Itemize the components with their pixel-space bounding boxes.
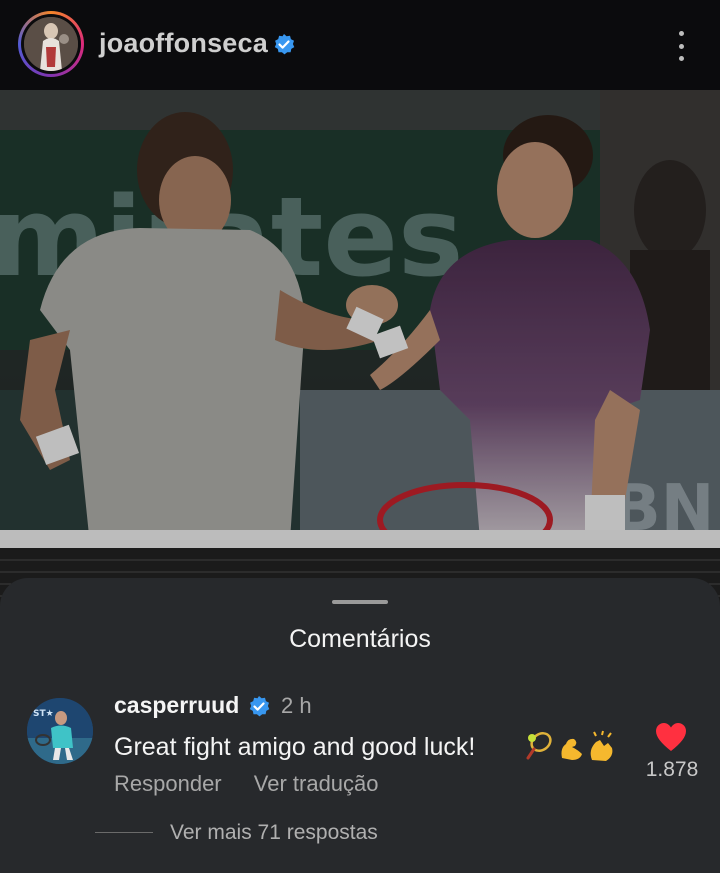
author-avatar-image	[24, 17, 78, 71]
comment-like-count: 1.878	[645, 758, 699, 781]
post-header: joaoffonseca	[0, 0, 720, 90]
comment-timestamp: 2 h	[281, 693, 312, 718]
comment-text: Great fight amigo and good luck!	[114, 733, 476, 761]
comments-title: Comentários	[289, 625, 431, 653]
post-photo[interactable]: mirates BN	[0, 90, 720, 610]
reply-button[interactable]: Responder	[114, 771, 222, 796]
view-more-replies-button[interactable]: Ver mais 71 respostas	[170, 821, 378, 845]
replies-divider	[95, 832, 153, 833]
tennis-racket-emoji	[526, 732, 552, 760]
author-avatar[interactable]	[18, 11, 84, 77]
comment-actions: Responder Ver tradução	[114, 771, 405, 797]
author-username[interactable]: joaoffonseca	[99, 28, 268, 59]
verified-badge-icon	[274, 34, 295, 55]
translate-button[interactable]: Ver tradução	[254, 771, 379, 796]
commenter-avatar[interactable]: ST★	[27, 698, 93, 764]
comment-emojis	[526, 730, 613, 761]
comments-sheet: Comentários ST★ casperruud 2 h Great fig…	[0, 578, 720, 873]
instagram-post-screen: joaoffonseca BN Comentários ST★ casperru…	[0, 0, 720, 873]
clapping-hands-emoji	[590, 730, 613, 761]
heart-icon[interactable]	[655, 722, 687, 752]
svg-text:ST★: ST★	[33, 709, 54, 719]
sheet-drag-handle[interactable]	[332, 600, 388, 604]
commenter-username[interactable]: casperruud	[114, 692, 239, 719]
more-options-icon[interactable]	[666, 28, 696, 64]
verified-badge-icon	[249, 696, 270, 717]
flexed-biceps-emoji	[561, 738, 582, 760]
